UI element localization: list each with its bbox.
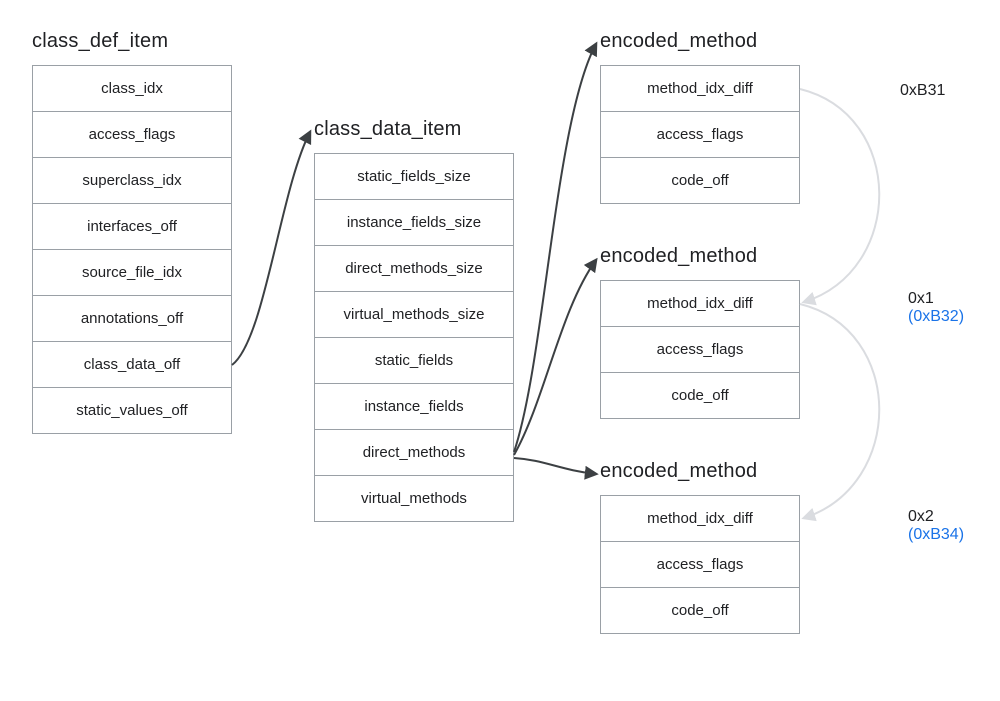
table-row: static_fields_size <box>315 154 513 200</box>
table-row: method_idx_diff <box>601 496 799 542</box>
table-row: method_idx_diff <box>601 66 799 112</box>
class-data-item-table: static_fields_size instance_fields_size … <box>314 153 514 522</box>
annotation-1-value: 0xB31 <box>900 82 945 100</box>
table-row: code_off <box>601 588 799 634</box>
table-row: class_idx <box>33 66 231 112</box>
class-data-item-title: class_data_item <box>314 118 514 141</box>
encoded-method-3-title: encoded_method <box>600 460 800 483</box>
class-data-item-block: class_data_item static_fields_size insta… <box>314 118 514 522</box>
table-row: access_flags <box>601 542 799 588</box>
encoded-method-2-title: encoded_method <box>600 245 800 268</box>
encoded-method-2-block: encoded_method method_idx_diff access_fl… <box>600 245 800 419</box>
arrow-directmethods-to-em1 <box>514 44 596 452</box>
encoded-method-3-table: method_idx_diff access_flags code_off <box>600 495 800 634</box>
class-def-item-title: class_def_item <box>32 30 232 53</box>
table-row: access_flags <box>601 112 799 158</box>
table-row: code_off <box>601 158 799 204</box>
table-row: source_file_idx <box>33 250 231 296</box>
table-row: class_data_off <box>33 342 231 388</box>
arrow-em2-to-em3 <box>800 304 879 518</box>
arrow-classdef-to-classdata <box>232 132 310 365</box>
table-row: instance_fields <box>315 384 513 430</box>
table-row: superclass_idx <box>33 158 231 204</box>
table-row: interfaces_off <box>33 204 231 250</box>
table-row: direct_methods_size <box>315 246 513 292</box>
table-row: method_idx_diff <box>601 281 799 327</box>
table-row: annotations_off <box>33 296 231 342</box>
encoded-method-2-table: method_idx_diff access_flags code_off <box>600 280 800 419</box>
arrow-em1-to-em2 <box>800 89 879 302</box>
table-row: static_fields <box>315 338 513 384</box>
annotation-2-value: 0x1 <box>908 290 964 308</box>
arrow-directmethods-to-em2 <box>514 260 596 455</box>
encoded-method-1-table: method_idx_diff access_flags code_off <box>600 65 800 204</box>
annotation-1: 0xB31 <box>900 82 945 100</box>
table-row: direct_methods <box>315 430 513 476</box>
table-row: code_off <box>601 373 799 419</box>
arrow-directmethods-to-em3 <box>514 458 596 474</box>
annotation-3-computed: (0xB34) <box>908 526 964 544</box>
encoded-method-1-title: encoded_method <box>600 30 800 53</box>
encoded-method-3-block: encoded_method method_idx_diff access_fl… <box>600 460 800 634</box>
table-row: virtual_methods_size <box>315 292 513 338</box>
encoded-method-1-block: encoded_method method_idx_diff access_fl… <box>600 30 800 204</box>
annotation-2-computed: (0xB32) <box>908 308 964 326</box>
table-row: static_values_off <box>33 388 231 434</box>
table-row: instance_fields_size <box>315 200 513 246</box>
table-row: access_flags <box>33 112 231 158</box>
annotation-2: 0x1 (0xB32) <box>908 290 964 326</box>
class-def-item-table: class_idx access_flags superclass_idx in… <box>32 65 232 434</box>
annotation-3-value: 0x2 <box>908 508 964 526</box>
class-def-item-block: class_def_item class_idx access_flags su… <box>32 30 232 434</box>
annotation-3: 0x2 (0xB34) <box>908 508 964 544</box>
table-row: virtual_methods <box>315 476 513 522</box>
table-row: access_flags <box>601 327 799 373</box>
